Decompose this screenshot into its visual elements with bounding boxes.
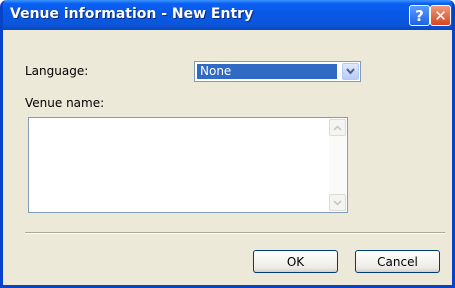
language-select[interactable]: None xyxy=(194,61,361,82)
arrow-down-icon xyxy=(333,199,342,206)
venue-name-label: Venue name: xyxy=(25,96,105,110)
close-button[interactable]: ✕ xyxy=(430,5,451,26)
arrow-up-icon xyxy=(333,124,342,131)
title-bar[interactable]: Venue information - New Entry ? ✕ xyxy=(3,0,452,30)
scroll-down-button[interactable] xyxy=(329,194,346,211)
scroll-up-button[interactable] xyxy=(329,119,346,136)
ok-button[interactable]: OK xyxy=(253,250,338,273)
help-icon: ? xyxy=(415,6,424,25)
chevron-down-icon xyxy=(346,68,355,75)
language-select-value: None xyxy=(197,64,337,79)
window-title: Venue information - New Entry xyxy=(10,6,254,22)
language-dropdown-button[interactable] xyxy=(342,63,359,80)
venue-name-scrollbar[interactable] xyxy=(329,119,346,211)
close-icon: ✕ xyxy=(434,6,447,25)
button-divider xyxy=(25,232,445,234)
language-label: Language: xyxy=(25,64,89,78)
dialog-window: Venue information - New Entry ? ✕ Langua… xyxy=(0,0,455,288)
venue-name-input[interactable] xyxy=(28,117,348,213)
cancel-button[interactable]: Cancel xyxy=(355,250,440,273)
help-button[interactable]: ? xyxy=(409,5,430,26)
